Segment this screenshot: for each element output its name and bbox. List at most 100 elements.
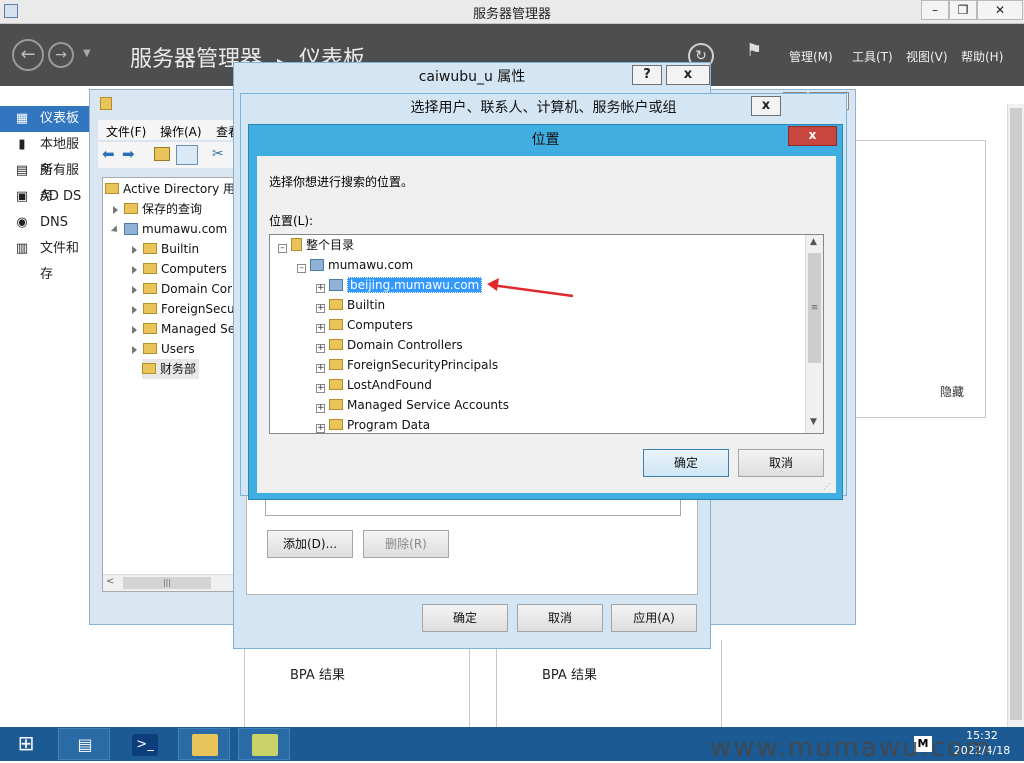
ad-ds-icon: ▣ — [15, 189, 29, 204]
notifications-flag-icon[interactable]: ⚑ — [746, 40, 762, 61]
tree-item-finance-ou[interactable]: 财务部 — [142, 359, 200, 379]
scrollbar[interactable] — [1007, 104, 1024, 727]
resize-grip-icon[interactable]: ⋰ — [823, 482, 831, 491]
taskbar-aduc[interactable] — [238, 728, 290, 760]
expand-icon[interactable] — [132, 245, 137, 254]
bpa-results-label[interactable]: BPA 结果 — [290, 664, 345, 683]
bpa-results-label-2[interactable]: BPA 结果 — [542, 664, 597, 683]
select-close-button[interactable]: x — [751, 96, 781, 116]
back-nav-button[interactable]: ← — [12, 39, 44, 71]
location-close-button[interactable]: x — [788, 126, 837, 146]
back-arrow-icon[interactable]: ⬅ — [102, 145, 115, 163]
hide-link[interactable]: 隐藏 — [940, 383, 964, 400]
location-prompt: 选择你想进行搜索的位置。 — [269, 175, 414, 189]
scroll-down-icon[interactable]: ▼ — [810, 417, 817, 427]
ou-icon — [329, 339, 343, 350]
location-item-program-data[interactable]: + Program Data — [316, 415, 430, 435]
expand-icon[interactable]: + — [316, 284, 325, 293]
console-tree-icon[interactable] — [176, 145, 198, 165]
menu-view[interactable]: 视图(V) — [906, 48, 948, 65]
location-list-label: 位置(L): — [269, 214, 314, 228]
location-tree-scrollbar[interactable]: ▲ ≡ ▼ — [805, 235, 823, 433]
properties-ok-button[interactable]: 确定 — [422, 604, 508, 632]
expand-icon[interactable]: + — [316, 424, 325, 433]
scroll-up-icon[interactable]: ▲ — [810, 237, 817, 247]
tree-item-saved-queries[interactable]: 保存的查询 — [113, 199, 202, 219]
sidebar-item-file-storage[interactable]: ▥ 文件和存 — [0, 236, 90, 282]
scroll-left-icon[interactable]: < — [106, 576, 114, 587]
properties-help-button[interactable]: ? — [632, 65, 662, 85]
annotation-arrow-line — [490, 283, 574, 298]
location-item-domain-controllers[interactable]: + Domain Controllers — [316, 335, 463, 355]
properties-apply-button[interactable]: 应用(A) — [611, 604, 697, 632]
forward-nav-button[interactable]: → — [48, 42, 74, 68]
location-item-builtin[interactable]: + Builtin — [316, 295, 385, 315]
location-cancel-button[interactable]: 取消 — [738, 449, 824, 477]
tree-item-computers[interactable]: Computers — [132, 259, 227, 279]
aduc-menu-action[interactable]: 操作(A) — [160, 123, 202, 140]
taskbar-powershell[interactable]: >_ — [118, 728, 170, 760]
expand-icon[interactable] — [132, 265, 137, 274]
menu-help[interactable]: 帮助(H) — [961, 48, 1003, 65]
location-item-computers[interactable]: + Computers — [316, 315, 413, 335]
tree-item-domain[interactable]: mumawu.com — [110, 219, 227, 239]
aduc-menu-file[interactable]: 文件(F) — [106, 123, 146, 140]
add-member-button[interactable]: 添加(D)... — [267, 530, 353, 558]
remove-member-button[interactable]: 删除(R) — [363, 530, 449, 558]
scroll-thumb-icon[interactable]: ||| — [123, 577, 211, 589]
forward-arrow-icon[interactable]: ➡ — [122, 145, 135, 163]
start-button[interactable]: ⊞ — [0, 727, 52, 761]
expand-icon[interactable]: + — [316, 384, 325, 393]
location-item-beijing[interactable]: + beijing.mumawu.com — [316, 275, 483, 295]
location-domain[interactable]: – mumawu.com — [297, 255, 413, 275]
scroll-thumb[interactable]: ≡ — [808, 253, 821, 363]
scrollbar-thumb[interactable] — [1010, 108, 1022, 720]
expand-icon[interactable]: + — [316, 324, 325, 333]
location-ok-button[interactable]: 确定 — [643, 449, 729, 477]
restore-button[interactable]: ❐ — [949, 0, 977, 20]
tree-item-root[interactable]: Active Directory 用 — [105, 179, 235, 199]
aduc-books-icon — [252, 734, 278, 756]
location-item-managed-service[interactable]: + Managed Service Accounts — [316, 395, 509, 415]
up-folder-icon[interactable] — [154, 147, 170, 161]
sidebar-item-all-servers[interactable]: ▤ 所有服务 — [0, 158, 90, 204]
collapse-icon[interactable]: – — [297, 264, 306, 273]
tree-item-foreign-security[interactable]: ForeignSecu — [132, 299, 235, 319]
location-root[interactable]: – 整个目录 — [278, 235, 354, 255]
tree-item-managed-service[interactable]: Managed Se — [132, 319, 235, 339]
sidebar-item-dashboard[interactable]: ▦ 仪表板 — [0, 106, 90, 132]
properties-close-button[interactable]: x — [666, 65, 710, 85]
location-item-lost-found[interactable]: + LostAndFound — [316, 375, 432, 395]
menu-manage[interactable]: 管理(M) — [789, 48, 833, 65]
expand-icon[interactable] — [132, 325, 137, 334]
tree-item-users[interactable]: Users — [132, 339, 195, 359]
expand-icon[interactable] — [132, 285, 137, 294]
minimize-button[interactable]: – — [921, 0, 949, 20]
collapse-icon[interactable]: – — [278, 244, 287, 253]
sidebar-item-ad-ds[interactable]: ▣ AD DS — [0, 184, 90, 210]
menu-tools[interactable]: 工具(T) — [852, 48, 893, 65]
expand-icon[interactable]: + — [316, 304, 325, 313]
expand-icon[interactable]: + — [316, 404, 325, 413]
window-title: 服务器管理器 — [472, 7, 551, 22]
taskbar-server-manager[interactable]: ▤ — [58, 728, 110, 760]
expand-icon[interactable] — [132, 345, 137, 354]
sidebar-item-dns[interactable]: ◉ DNS — [0, 210, 90, 236]
tree-hscrollbar[interactable]: < ||| — [103, 574, 233, 591]
expand-icon[interactable] — [132, 305, 137, 314]
domain-icon — [329, 278, 343, 291]
nav-history-dropdown-icon[interactable]: ▼ — [83, 48, 91, 59]
collapse-icon[interactable] — [110, 224, 121, 235]
close-window-button[interactable]: ✕ — [977, 0, 1023, 20]
sidebar-item-local-server[interactable]: ▮ 本地服务 — [0, 132, 90, 178]
directory-icon — [291, 238, 302, 251]
properties-cancel-button[interactable]: 取消 — [517, 604, 603, 632]
tree-item-domain-controllers[interactable]: Domain Cor — [132, 279, 232, 299]
tree-item-builtin[interactable]: Builtin — [132, 239, 199, 259]
taskbar-explorer[interactable] — [178, 728, 230, 760]
cut-icon[interactable]: ✂ — [212, 146, 224, 162]
expand-icon[interactable]: + — [316, 344, 325, 353]
expand-icon[interactable] — [113, 205, 118, 214]
location-item-foreign-security[interactable]: + ForeignSecurityPrincipals — [316, 355, 498, 375]
expand-icon[interactable]: + — [316, 364, 325, 373]
